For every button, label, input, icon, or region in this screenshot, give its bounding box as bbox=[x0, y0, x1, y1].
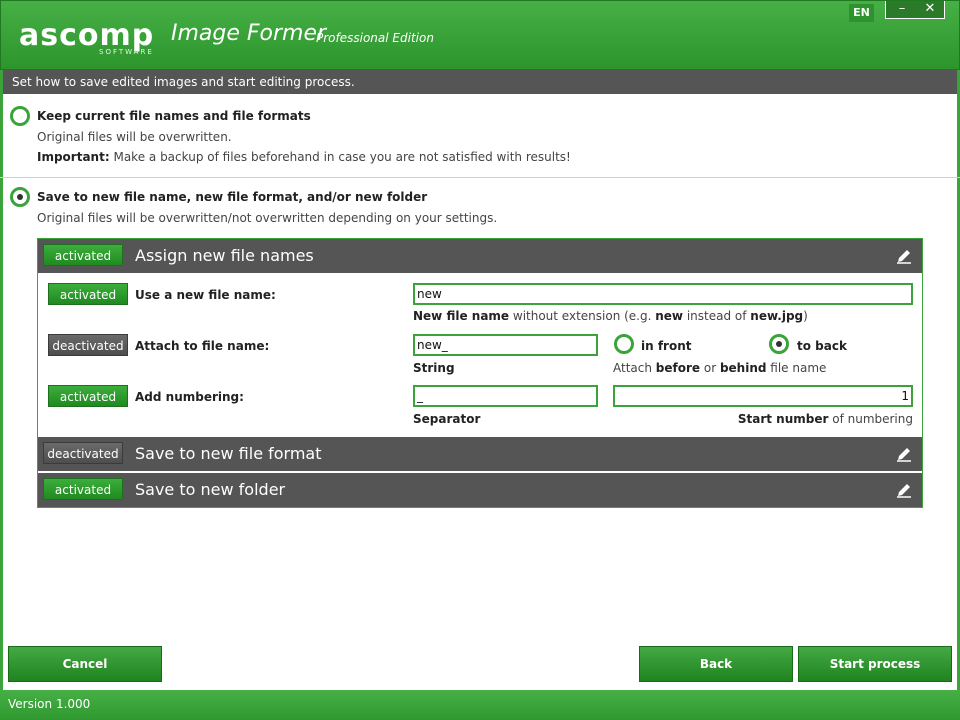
status-bar: Version 1.000 bbox=[0, 690, 960, 720]
separator-label: Separator bbox=[413, 412, 481, 426]
in-front-radio[interactable] bbox=[614, 334, 634, 354]
attach-hint-2: or bbox=[700, 361, 720, 375]
hint-text-1: without extension (e.g. bbox=[509, 309, 656, 323]
save-new-desc: Original files will be overwritten/not o… bbox=[37, 211, 498, 225]
hint-new: new bbox=[655, 309, 684, 323]
keep-names-radio[interactable] bbox=[10, 106, 30, 126]
cancel-button[interactable]: Cancel bbox=[8, 646, 162, 682]
numbering-badge[interactable]: activated bbox=[48, 385, 128, 407]
logo-text: ascomp bbox=[19, 18, 155, 53]
start-number-text: of numbering bbox=[828, 412, 913, 426]
section-names-badge[interactable]: activated bbox=[43, 244, 123, 266]
attach-hint-before: before bbox=[655, 361, 701, 375]
new-name-label: Use a new file name: bbox=[135, 288, 276, 302]
window-controls: – ✕ bbox=[885, 1, 945, 19]
pencil-icon[interactable] bbox=[896, 446, 912, 462]
app-title: Image Former bbox=[171, 21, 327, 46]
to-back-label[interactable]: to back bbox=[797, 339, 847, 353]
keep-names-desc: Original files will be overwritten. bbox=[37, 130, 232, 144]
new-name-input[interactable]: new bbox=[413, 283, 913, 305]
attach-hint-1: Attach bbox=[613, 361, 656, 375]
back-button[interactable]: Back bbox=[639, 646, 793, 682]
pencil-icon[interactable] bbox=[896, 482, 912, 498]
start-number-bold: Start number bbox=[737, 412, 829, 426]
divider bbox=[0, 177, 960, 178]
hint-text-3: ) bbox=[803, 309, 808, 323]
attach-string-input[interactable]: new_ bbox=[413, 334, 598, 356]
start-number-input[interactable]: 1 bbox=[613, 385, 913, 407]
attach-hint-3: file name bbox=[766, 361, 827, 375]
instruction-bar: Set how to save edited images and start … bbox=[0, 70, 960, 94]
close-button[interactable]: ✕ bbox=[916, 1, 944, 17]
frame-left bbox=[0, 70, 3, 690]
section-new-folder[interactable]: activated Save to new folder bbox=[38, 473, 922, 507]
important-label: Important: bbox=[37, 150, 110, 164]
section-new-format[interactable]: deactivated Save to new file format bbox=[38, 437, 922, 471]
minimize-button[interactable]: – bbox=[888, 1, 916, 17]
keep-names-important: Important: Make a backup of files before… bbox=[37, 150, 571, 164]
ascomp-logo: ascomp SOFTWARE bbox=[19, 18, 161, 57]
string-label: String bbox=[413, 361, 455, 375]
title-bar: ascomp SOFTWARE Image Former Professiona… bbox=[0, 0, 960, 70]
numbering-label: Add numbering: bbox=[135, 390, 244, 404]
save-new-radio[interactable] bbox=[10, 187, 30, 207]
app-edition: Professional Edition bbox=[316, 31, 434, 45]
section-format-badge[interactable]: deactivated bbox=[43, 442, 123, 464]
keep-names-title[interactable]: Keep current file names and file formats bbox=[37, 109, 311, 123]
new-name-hint: New file name without extension (e.g. ne… bbox=[413, 309, 808, 323]
attach-hint: Attach before or behind file name bbox=[613, 361, 826, 375]
section-folder-title: Save to new folder bbox=[135, 480, 286, 499]
pencil-icon[interactable] bbox=[896, 248, 912, 264]
hint-new-jpg: new.jpg bbox=[750, 309, 804, 323]
to-back-radio[interactable] bbox=[769, 334, 789, 354]
attach-badge[interactable]: deactivated bbox=[48, 334, 128, 356]
start-process-button[interactable]: Start process bbox=[798, 646, 952, 682]
start-number-hint: Start number of numbering bbox=[613, 412, 913, 426]
attach-hint-behind: behind bbox=[719, 361, 767, 375]
hint-text-2: instead of bbox=[683, 309, 751, 323]
section-names-title: Assign new file names bbox=[135, 246, 314, 265]
save-new-title[interactable]: Save to new file name, new file format, … bbox=[37, 190, 427, 204]
language-button[interactable]: EN bbox=[849, 4, 874, 22]
section-format-title: Save to new file format bbox=[135, 444, 322, 463]
logo-subtext: SOFTWARE bbox=[99, 48, 154, 56]
section-folder-badge[interactable]: activated bbox=[43, 478, 123, 500]
important-text: Make a backup of files beforehand in cas… bbox=[113, 150, 571, 164]
hint-new-file-name: New file name bbox=[413, 309, 510, 323]
in-front-label[interactable]: in front bbox=[641, 339, 692, 353]
separator-input[interactable]: _ bbox=[413, 385, 598, 407]
section-assign-names[interactable]: activated Assign new file names bbox=[38, 239, 922, 273]
attach-label: Attach to file name: bbox=[135, 339, 270, 353]
new-name-badge[interactable]: activated bbox=[48, 283, 128, 305]
